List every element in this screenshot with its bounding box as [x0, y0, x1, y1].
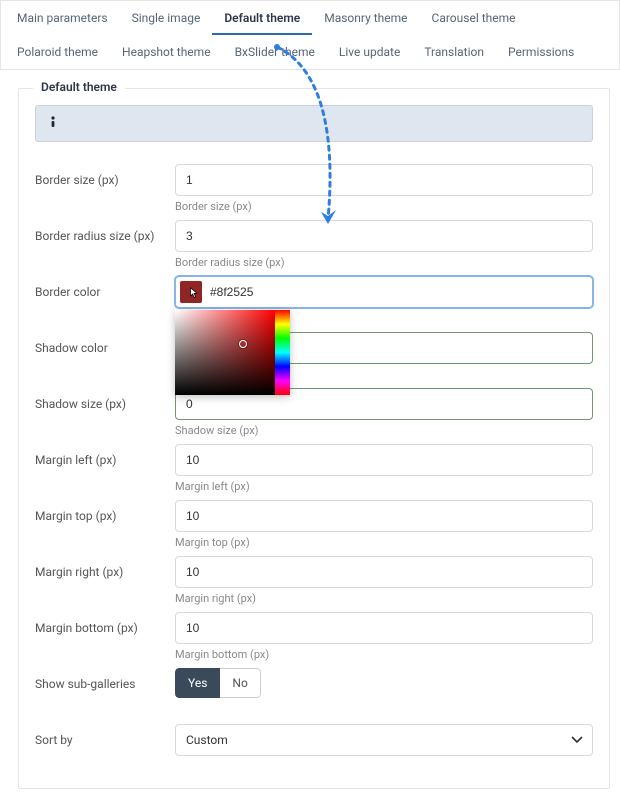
shadow-color-label: Shadow color	[35, 332, 175, 355]
margin-left-label: Margin left (px)	[35, 444, 175, 467]
tab-carousel-theme[interactable]: Carousel theme	[420, 1, 528, 35]
toggle-yes-button[interactable]: Yes	[175, 668, 220, 698]
show-subgalleries-label: Show sub-galleries	[35, 668, 175, 691]
margin-left-input[interactable]	[175, 444, 593, 476]
border-size-hint: Border size (px)	[175, 200, 593, 213]
tab-main-parameters[interactable]: Main parameters	[5, 1, 120, 35]
margin-top-input[interactable]	[175, 500, 593, 532]
margin-right-hint: Margin right (px)	[175, 592, 593, 605]
sort-by-label: Sort by	[35, 724, 175, 747]
color-picker-sv-pane[interactable]	[175, 310, 275, 395]
tab-permissions[interactable]: Permissions	[496, 35, 586, 69]
shadow-size-label: Shadow size (px)	[35, 388, 175, 411]
tabs-bar: Main parameters Single image Default the…	[0, 0, 620, 70]
margin-right-input[interactable]	[175, 556, 593, 588]
tab-masonry-theme[interactable]: Masonry theme	[312, 1, 419, 35]
margin-right-label: Margin right (px)	[35, 556, 175, 579]
cursor-pointer-icon	[188, 287, 200, 301]
border-size-label: Border size (px)	[35, 164, 175, 187]
margin-bottom-label: Margin bottom (px)	[35, 612, 175, 635]
info-icon	[48, 117, 58, 131]
tab-single-image[interactable]: Single image	[120, 1, 213, 35]
tab-live-update[interactable]: Live update	[327, 35, 412, 69]
tab-translation[interactable]: Translation	[412, 35, 496, 69]
tab-default-theme[interactable]: Default theme	[212, 1, 312, 35]
border-color-input[interactable]	[175, 276, 593, 308]
panel-title: Default theme	[33, 80, 125, 94]
margin-bottom-input[interactable]	[175, 612, 593, 644]
color-picker-sv-indicator[interactable]	[239, 340, 247, 348]
toggle-no-button[interactable]: No	[220, 668, 260, 698]
margin-left-hint: Margin left (px)	[175, 480, 593, 493]
tab-heapshot-theme[interactable]: Heapshot theme	[110, 35, 223, 69]
margin-bottom-hint: Margin bottom (px)	[175, 648, 593, 661]
info-banner	[35, 105, 593, 142]
sort-by-select[interactable]: Custom	[175, 724, 593, 756]
border-radius-label: Border radius size (px)	[35, 220, 175, 243]
shadow-size-hint: Shadow size (px)	[175, 424, 593, 437]
border-color-swatch[interactable]	[180, 281, 202, 303]
border-radius-hint: Border radius size (px)	[175, 256, 593, 269]
border-size-input[interactable]	[175, 164, 593, 196]
tab-bxslider-theme[interactable]: BxSlider theme	[223, 35, 327, 69]
border-color-label: Border color	[35, 276, 175, 299]
border-color-text[interactable]	[206, 278, 592, 306]
margin-top-hint: Margin top (px)	[175, 536, 593, 549]
color-picker-popup	[175, 310, 290, 395]
tab-polaroid-theme[interactable]: Polaroid theme	[5, 35, 110, 69]
show-subgalleries-toggle: Yes No	[175, 668, 261, 698]
margin-top-label: Margin top (px)	[35, 500, 175, 523]
color-picker-hue-slider[interactable]	[275, 310, 290, 395]
default-theme-panel: Default theme Border size (px) Border si…	[18, 88, 610, 789]
border-radius-input[interactable]	[175, 220, 593, 252]
